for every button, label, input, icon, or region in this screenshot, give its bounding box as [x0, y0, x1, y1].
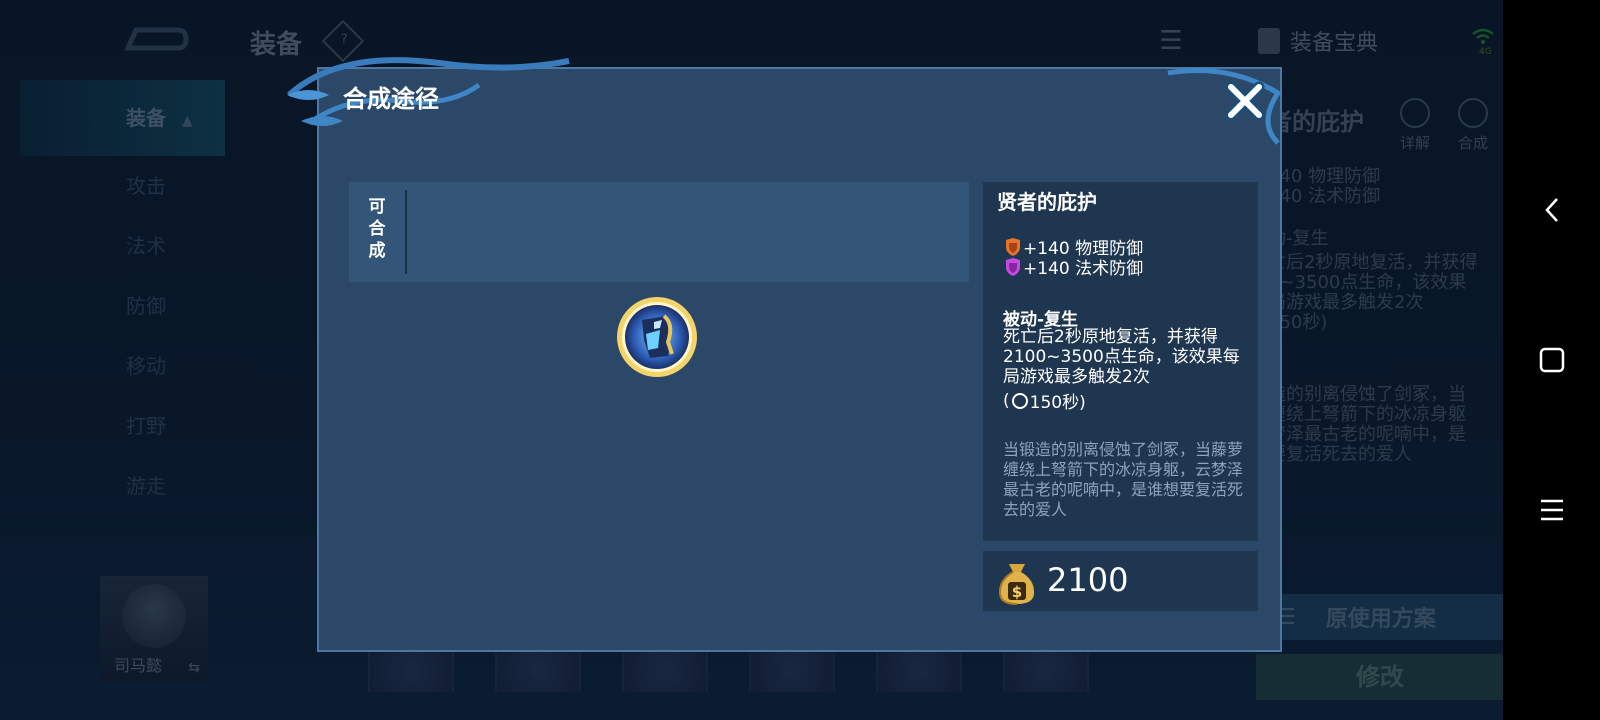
item-info-card: 贤者的庇护 +140 物理防御 +140 法术防御 被动-复生 死亡后2秒原地复… [983, 182, 1258, 541]
item-name: 贤者的庇护 [997, 190, 1097, 214]
price-card: $ 2100 [983, 551, 1258, 611]
item-lore: 当锻造的别离侵蚀了剑冢，当藤萝缠绕上弩箭下的冰凉身躯，云梦泽最古老的呢喃中，是谁… [1003, 440, 1244, 519]
cooldown: ( 150秒) [1003, 390, 1086, 414]
menu-icon [1540, 499, 1563, 521]
cooldown-icon [1011, 392, 1028, 409]
magic-defense-icon [1006, 257, 1020, 276]
back-arrow-icon [1544, 198, 1558, 222]
svg-text:$: $ [1012, 583, 1022, 601]
item-price: 2100 [1047, 561, 1129, 599]
nav-home-button[interactable] [1503, 330, 1600, 390]
sages-sanctuary-item-icon[interactable] [614, 294, 700, 380]
nav-back-button[interactable] [1503, 180, 1600, 240]
physical-defense-icon [1006, 237, 1020, 256]
magic-defense-stat: +140 法术防御 [1005, 254, 1143, 279]
system-navigation-bar [1503, 0, 1600, 720]
home-square-icon [1539, 347, 1564, 373]
close-icon[interactable] [1223, 79, 1267, 123]
gold-bag-icon: $ [998, 564, 1035, 605]
modal-title: 合成途径 [343, 85, 439, 113]
crafting-path-modal: 合成途径 可合成 贤者的庇护 +140 物理防御 +140 法术防御 被动-复生… [286, 57, 1282, 652]
passive-description: 死亡后2秒原地复活，并获得2100~3500点生命，该效果每局游戏最多触发2次 [1003, 327, 1240, 387]
craftable-section: 可合成 [349, 182, 969, 282]
divider [405, 190, 407, 274]
nav-menu-button[interactable] [1503, 480, 1600, 540]
craftable-label: 可合成 [368, 197, 386, 261]
